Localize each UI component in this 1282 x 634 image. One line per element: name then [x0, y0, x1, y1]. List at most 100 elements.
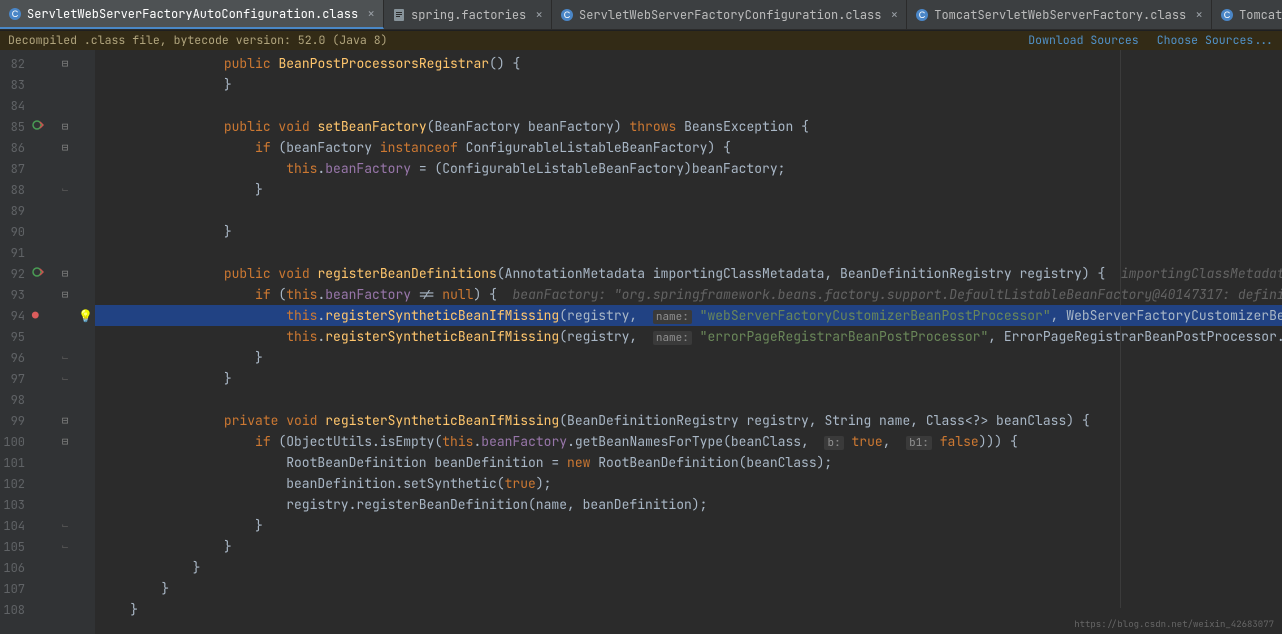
gutter-row[interactable]: 97⌙ — [0, 368, 95, 389]
code-line[interactable] — [95, 389, 1282, 410]
code-line[interactable]: this.beanFactory = (ConfigurableListable… — [95, 158, 1282, 179]
watermark: https://blog.csdn.net/weixin_42683077 — [1074, 618, 1274, 630]
gutter[interactable]: 82⊟838485⊟86⊟8788⌙89909192⊟93⊟94●💡9596⌙9… — [0, 50, 95, 634]
gutter-row[interactable]: 99⊟ — [0, 410, 95, 431]
class-file-icon: C — [1220, 8, 1234, 22]
code-line[interactable]: } — [95, 599, 1282, 620]
gutter-row[interactable]: 107 — [0, 578, 95, 599]
override-indicator-icon — [32, 266, 44, 282]
code-line[interactable] — [95, 95, 1282, 116]
gutter-row[interactable]: 83 — [0, 74, 95, 95]
gutter-row[interactable]: 87 — [0, 158, 95, 179]
code-line[interactable]: } — [95, 347, 1282, 368]
svg-text:C: C — [564, 10, 571, 20]
fold-toggle-icon[interactable]: ⊟ — [60, 414, 70, 428]
code-line[interactable]: private void registerSyntheticBeanIfMiss… — [95, 410, 1282, 431]
fold-toggle-icon[interactable]: ⊟ — [60, 57, 70, 71]
code-line[interactable]: public BeanPostProcessorsRegistrar() { — [95, 53, 1282, 74]
code-line[interactable]: if (this.beanFactory != null) { beanFact… — [95, 284, 1282, 305]
fold-toggle-icon[interactable]: ⊟ — [60, 267, 70, 281]
close-icon[interactable]: × — [535, 6, 543, 23]
code-line[interactable]: } — [95, 578, 1282, 599]
close-icon[interactable]: × — [367, 5, 375, 22]
gutter-row[interactable]: 84 — [0, 95, 95, 116]
code-line[interactable]: if (ObjectUtils.isEmpty(this.beanFactory… — [95, 431, 1282, 452]
close-icon[interactable]: × — [1195, 6, 1203, 23]
intention-bulb-icon[interactable]: 💡 — [78, 308, 93, 324]
code-line[interactable]: beanDefinition.setSynthetic(true); — [95, 473, 1282, 494]
gutter-row[interactable]: 95 — [0, 326, 95, 347]
gutter-row[interactable]: 89 — [0, 200, 95, 221]
code-line[interactable]: } — [95, 179, 1282, 200]
gutter-row[interactable]: 82⊟ — [0, 53, 95, 74]
gutter-row[interactable]: 85⊟ — [0, 116, 95, 137]
class-file-icon: C — [560, 8, 574, 22]
code-line[interactable]: public void setBeanFactory(BeanFactory b… — [95, 116, 1282, 137]
code-line[interactable]: } — [95, 368, 1282, 389]
editor-tab-0[interactable]: C ServletWebServerFactoryAutoConfigurati… — [0, 0, 384, 29]
fold-end-icon: ⌙ — [60, 519, 70, 533]
editor-tab-1[interactable]: spring.factories × — [384, 0, 552, 29]
gutter-row[interactable]: 96⌙ — [0, 347, 95, 368]
gutter-row[interactable]: 102 — [0, 473, 95, 494]
code-line[interactable] — [95, 242, 1282, 263]
class-file-icon: C — [8, 7, 22, 21]
gutter-row[interactable]: 100⊟ — [0, 431, 95, 452]
gutter-row[interactable]: 91 — [0, 242, 95, 263]
code-line[interactable]: this.registerSyntheticBeanIfMissing(regi… — [95, 326, 1282, 347]
breakpoint-icon: ● — [32, 309, 39, 323]
gutter-row[interactable]: 86⊟ — [0, 137, 95, 158]
fold-end-icon: ⌙ — [60, 183, 70, 197]
svg-text:C: C — [12, 9, 19, 19]
code-line[interactable]: registry.registerBeanDefinition(name, be… — [95, 494, 1282, 515]
fold-toggle-icon[interactable]: ⊟ — [60, 120, 70, 134]
code-line[interactable]: this.registerSyntheticBeanIfMissing(regi… — [95, 305, 1282, 326]
file-icon — [392, 8, 406, 22]
tab-label: TomcatWebServerFactoryCusto — [1239, 7, 1282, 23]
code-line[interactable]: } — [95, 536, 1282, 557]
fold-end-icon: ⌙ — [60, 540, 70, 554]
gutter-row[interactable]: 92⊟ — [0, 263, 95, 284]
code-editor[interactable]: 82⊟838485⊟86⊟8788⌙89909192⊟93⊟94●💡9596⌙9… — [0, 50, 1282, 634]
editor-tab-4[interactable]: C TomcatWebServerFactoryCusto — [1212, 0, 1282, 29]
fold-toggle-icon[interactable]: ⊟ — [60, 435, 70, 449]
override-indicator-icon — [32, 119, 44, 135]
gutter-row[interactable]: 88⌙ — [0, 179, 95, 200]
gutter-row[interactable]: 101 — [0, 452, 95, 473]
code-line[interactable] — [95, 200, 1282, 221]
tab-label: ServletWebServerFactoryAutoConfiguration… — [27, 6, 358, 22]
close-icon[interactable]: × — [890, 6, 898, 23]
fold-toggle-icon[interactable]: ⊟ — [60, 141, 70, 155]
gutter-row[interactable]: 93⊟ — [0, 284, 95, 305]
code-line[interactable]: } — [95, 557, 1282, 578]
fold-toggle-icon[interactable]: ⊟ — [60, 288, 70, 302]
editor-tab-3[interactable]: C TomcatServletWebServerFactory.class × — [907, 0, 1212, 29]
choose-sources-link[interactable]: Choose Sources... — [1157, 33, 1274, 48]
gutter-row[interactable]: 105⌙ — [0, 536, 95, 557]
svg-text:C: C — [1224, 10, 1231, 20]
gutter-row[interactable]: 103 — [0, 494, 95, 515]
gutter-row[interactable]: 94●💡 — [0, 305, 95, 326]
gutter-row[interactable]: 90 — [0, 221, 95, 242]
decompiled-banner: Decompiled .class file, bytecode version… — [0, 30, 1282, 50]
download-sources-link[interactable]: Download Sources — [1028, 33, 1138, 48]
code-line[interactable]: public void registerBeanDefinitions(Anno… — [95, 263, 1282, 284]
svg-text:C: C — [919, 10, 926, 20]
code-line[interactable]: RootBeanDefinition beanDefinition = new … — [95, 452, 1282, 473]
tab-label: spring.factories — [411, 7, 526, 23]
tab-label: ServletWebServerFactoryConfiguration.cla… — [579, 7, 881, 23]
tab-bar: C ServletWebServerFactoryAutoConfigurati… — [0, 0, 1282, 30]
gutter-row[interactable]: 108 — [0, 599, 95, 620]
code-area[interactable]: public BeanPostProcessorsRegistrar() { }… — [95, 50, 1282, 634]
code-line[interactable]: } — [95, 515, 1282, 536]
class-file-icon: C — [915, 8, 929, 22]
gutter-row[interactable]: 106 — [0, 557, 95, 578]
code-line[interactable]: } — [95, 221, 1282, 242]
editor-tab-2[interactable]: C ServletWebServerFactoryConfiguration.c… — [552, 0, 907, 29]
tab-label: TomcatServletWebServerFactory.class — [934, 7, 1186, 23]
code-line[interactable]: if (beanFactory instanceof ConfigurableL… — [95, 137, 1282, 158]
code-line[interactable]: } — [95, 74, 1282, 95]
gutter-row[interactable]: 98 — [0, 389, 95, 410]
banner-message: Decompiled .class file, bytecode version… — [8, 33, 388, 48]
gutter-row[interactable]: 104⌙ — [0, 515, 95, 536]
